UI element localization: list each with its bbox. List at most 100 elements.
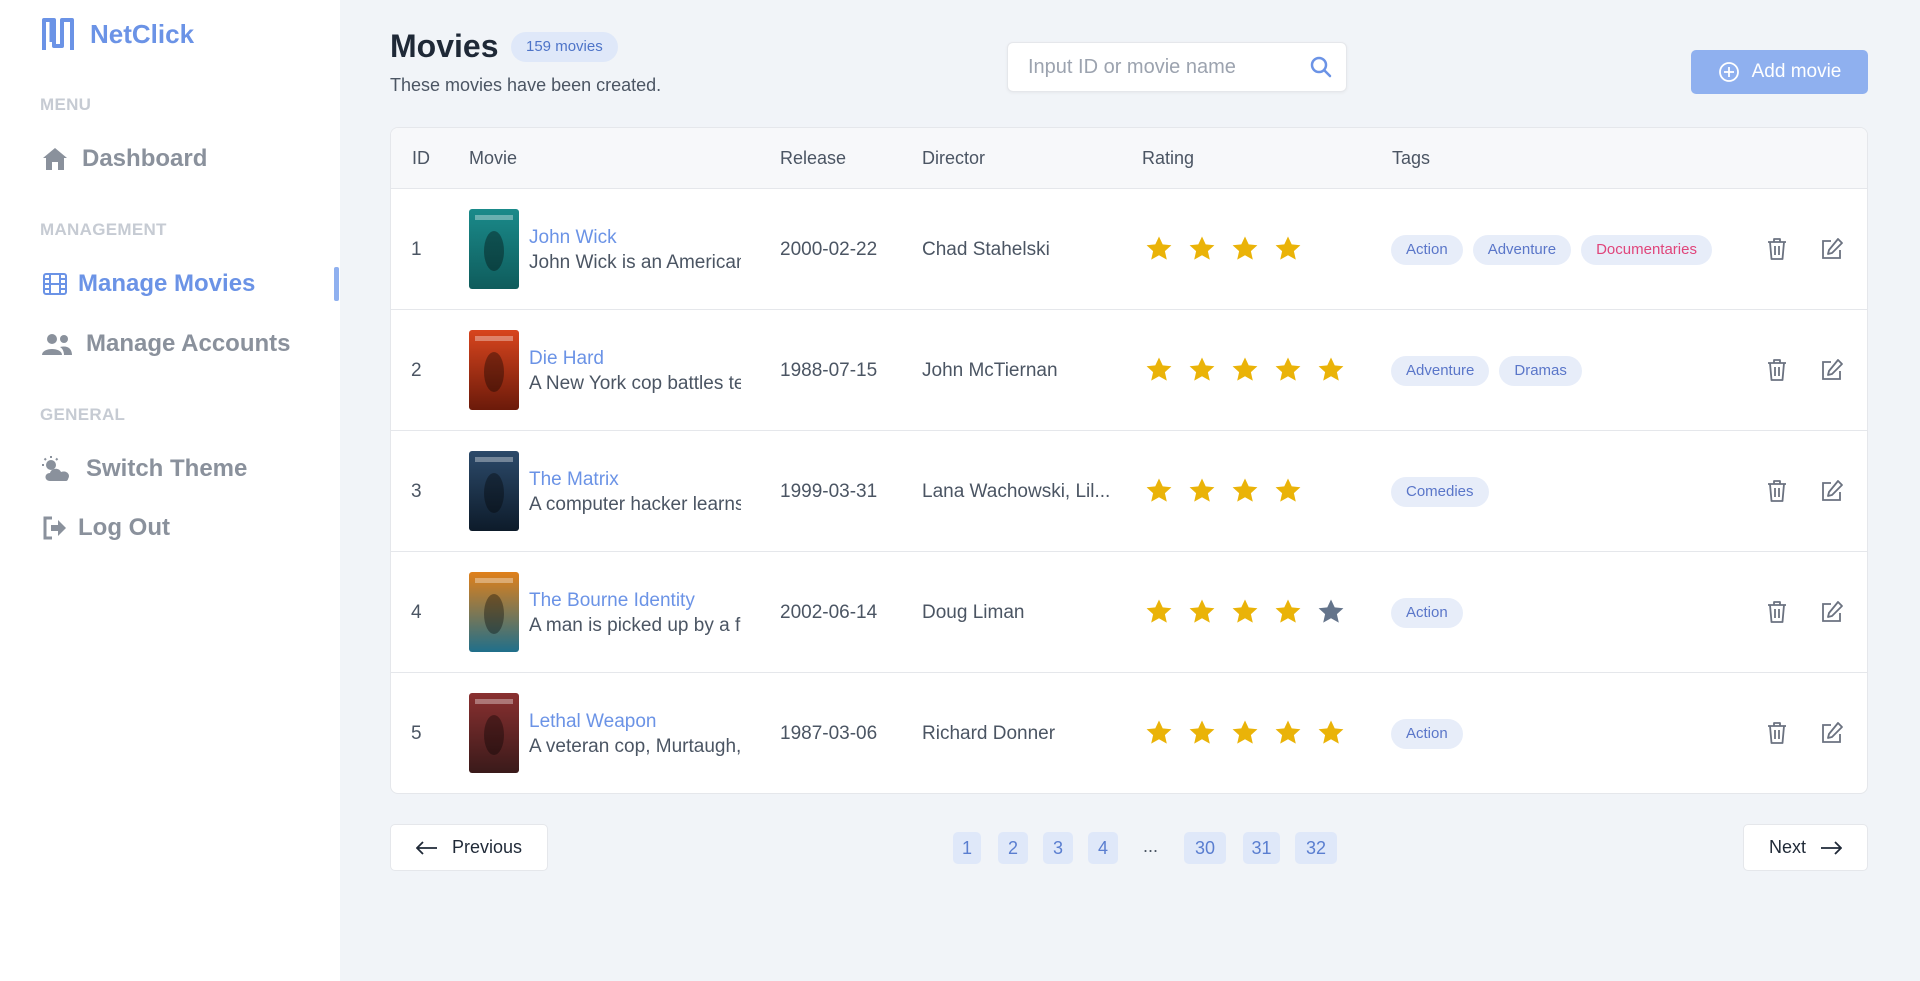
star-filled-icon [1318, 357, 1344, 381]
tag-badge[interactable]: Adventure [1391, 356, 1490, 386]
trash-icon[interactable] [1764, 720, 1790, 746]
search-input[interactable] [1028, 43, 1298, 91]
page-number-button[interactable]: 30 [1184, 832, 1226, 864]
movie-poster[interactable] [469, 451, 519, 531]
sidebar-item-switch-theme[interactable]: Switch Theme [40, 454, 247, 484]
rating-stars [1145, 477, 1317, 505]
movie-description: John Wick is an American [529, 252, 741, 273]
brand[interactable]: NetClick [40, 16, 194, 52]
rating-stars [1145, 598, 1360, 626]
search-icon[interactable] [1310, 56, 1332, 78]
pagination-ellipsis: ... [1143, 836, 1159, 856]
edit-icon[interactable] [1819, 236, 1845, 262]
edit-icon[interactable] [1819, 599, 1845, 625]
rating-stars [1145, 235, 1317, 263]
movie-id: 4 [411, 602, 422, 623]
arrow-left-icon [415, 840, 437, 855]
movie-title-link[interactable]: Die Hard [529, 348, 604, 370]
tag-badge[interactable]: Dramas [1499, 356, 1582, 386]
theme-icon [40, 454, 74, 484]
movie-poster[interactable] [469, 693, 519, 773]
rating-stars [1145, 356, 1360, 384]
film-icon [40, 269, 70, 299]
trash-icon[interactable] [1764, 599, 1790, 625]
trash-icon[interactable] [1764, 478, 1790, 504]
movie-description: A veteran cop, Murtaugh, [529, 736, 741, 757]
edit-icon[interactable] [1819, 720, 1845, 746]
sidebar-item-label: Log Out [78, 514, 170, 541]
netclick-logo-icon [42, 18, 74, 50]
edit-icon[interactable] [1819, 478, 1845, 504]
edit-icon[interactable] [1819, 357, 1845, 383]
add-movie-label: Add movie [1751, 61, 1842, 82]
star-filled-icon [1232, 236, 1258, 260]
movie-description: A New York cop battles te [529, 373, 741, 394]
trash-icon[interactable] [1764, 357, 1790, 383]
movie-director: Doug Liman [922, 602, 1025, 623]
previous-label: Previous [451, 837, 523, 857]
previous-button[interactable]: Previous [390, 824, 548, 871]
tag-list: Action Adventure Documentaries [1391, 235, 1722, 265]
movie-id: 1 [411, 239, 422, 260]
page-number-button[interactable]: 4 [1088, 832, 1118, 864]
tag-badge[interactable]: Comedies [1391, 477, 1489, 507]
star-filled-icon [1146, 236, 1172, 260]
column-header-movie: Movie [469, 148, 518, 168]
sidebar-item-manage-accounts[interactable]: Manage Accounts [40, 329, 290, 359]
column-header-rating: Rating [1142, 148, 1195, 168]
users-icon [40, 329, 74, 359]
movie-release: 2000-02-22 [780, 239, 878, 260]
page-number-button[interactable]: 2 [998, 832, 1028, 864]
page-number-button[interactable]: 1 [953, 832, 981, 864]
movie-poster[interactable] [469, 572, 519, 652]
tag-badge[interactable]: Action [1391, 235, 1463, 265]
movie-poster[interactable] [469, 330, 519, 410]
star-filled-icon [1275, 357, 1301, 381]
sidebar-item-manage-movies[interactable]: Manage Movies [40, 269, 255, 299]
section-label-management: MANAGEMENT [40, 220, 167, 239]
star-filled-icon [1189, 357, 1215, 381]
add-movie-button[interactable]: Add movie [1691, 50, 1868, 94]
sidebar-item-dashboard[interactable]: Dashboard [40, 144, 207, 174]
tag-badge[interactable]: Action [1391, 598, 1463, 628]
sidebar-item-label: Manage Movies [78, 270, 256, 297]
movies-table: ID Movie Release Director Rating Tags 1 … [390, 127, 1868, 794]
movie-release: 2002-06-14 [780, 602, 878, 623]
section-label-menu: MENU [40, 95, 92, 114]
movie-director: John McTiernan [922, 360, 1058, 381]
home-icon [40, 144, 70, 174]
trash-icon[interactable] [1764, 236, 1790, 262]
sidebar-item-log-out[interactable]: Log Out [40, 513, 170, 543]
star-filled-icon [1189, 478, 1215, 502]
movie-director: Lana Wachowski, Lil... [922, 481, 1111, 502]
table-row: 5 Lethal Weapon A veteran cop, Murtaugh,… [391, 673, 1867, 793]
next-button[interactable]: Next [1743, 824, 1868, 871]
tag-badge[interactable]: Documentaries [1581, 235, 1712, 265]
movie-poster[interactable] [469, 209, 519, 289]
page-number-button[interactable]: 31 [1243, 832, 1280, 864]
tag-list: Adventure Dramas [1391, 356, 1592, 386]
page-number-button[interactable]: 3 [1043, 832, 1073, 864]
column-header-release: Release [780, 148, 847, 168]
movie-release: 1988-07-15 [780, 360, 878, 381]
movie-title-link[interactable]: Lethal Weapon [529, 711, 656, 733]
tag-badge[interactable]: Adventure [1472, 235, 1572, 265]
next-label: Next [1768, 837, 1806, 857]
search-box [1007, 42, 1347, 92]
star-filled-icon [1232, 599, 1258, 623]
arrow-right-icon [1821, 840, 1842, 855]
star-filled-icon [1275, 478, 1301, 502]
tag-badge[interactable]: Action [1391, 719, 1463, 749]
movie-title-link[interactable]: The Matrix [529, 469, 619, 491]
movie-title-link[interactable]: The Bourne Identity [529, 590, 695, 612]
star-filled-icon [1146, 720, 1172, 744]
star-filled-icon [1275, 720, 1301, 744]
page-title: Movies [390, 28, 499, 64]
movie-description: A computer hacker learns [529, 494, 741, 515]
column-header-tags: Tags [1392, 148, 1431, 168]
table-row: 1 John Wick John Wick is an American 200… [391, 189, 1867, 310]
movie-release: 1999-03-31 [780, 481, 878, 502]
movie-title-link[interactable]: John Wick [529, 227, 617, 249]
page-number-button[interactable]: 32 [1295, 832, 1337, 864]
rating-stars [1145, 719, 1360, 747]
